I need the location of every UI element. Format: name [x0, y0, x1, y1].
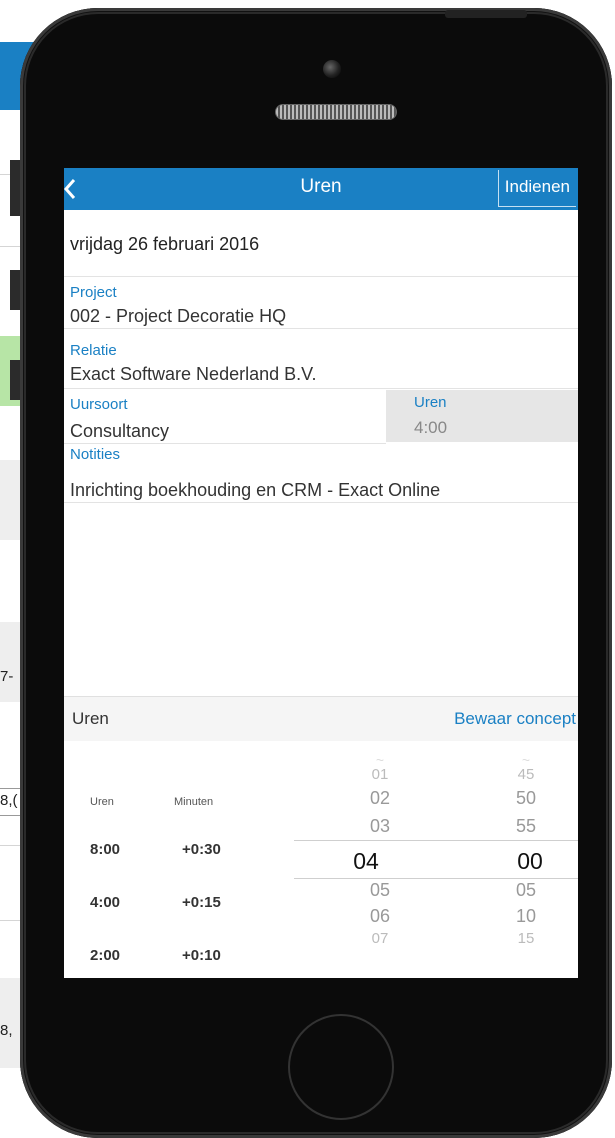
camera-icon: [323, 60, 341, 78]
relation-label: Relatie: [70, 342, 117, 359]
home-button[interactable]: [288, 1014, 394, 1120]
minutes-wheel-item[interactable]: 45: [496, 766, 556, 783]
quick-hours-8[interactable]: 8:00: [90, 841, 120, 858]
submit-button[interactable]: Indienen: [497, 170, 576, 207]
hours-wheel-item[interactable]: 02: [350, 788, 410, 809]
background-element: [10, 270, 20, 310]
hours-picker-header: Uren Bewaar concept: [64, 696, 578, 741]
hours-label: Uren: [414, 394, 447, 411]
hours-wheel-item[interactable]: 01: [350, 766, 410, 783]
notes-field[interactable]: Inrichting boekhouding en CRM - Exact On…: [70, 480, 440, 501]
quick-hours-header: Uren: [90, 796, 114, 808]
minutes-wheel-item[interactable]: 10: [496, 906, 556, 927]
notes-label: Notities: [70, 446, 121, 463]
hours-field[interactable]: Uren 4:00: [386, 390, 578, 442]
entry-date[interactable]: vrijdag 26 februari 2016: [70, 234, 259, 255]
project-label: Project: [70, 284, 117, 301]
hours-wheel-item[interactable]: 07: [350, 930, 410, 947]
minutes-wheel-item[interactable]: 50: [496, 788, 556, 809]
speaker-grille: [275, 104, 397, 120]
wheel-selection-bottom: [294, 878, 578, 879]
background-element: [10, 160, 20, 216]
minutes-wheel-selected[interactable]: 00: [500, 848, 560, 875]
hour-type-label: Uursoort: [70, 396, 128, 413]
hours-wheel-selected[interactable]: 04: [336, 848, 396, 875]
save-concept-button[interactable]: Bewaar concept: [454, 709, 576, 729]
quick-hours-4[interactable]: 4:00: [90, 894, 120, 911]
background-text: 7-: [0, 668, 14, 685]
quick-hours-2[interactable]: 2:00: [90, 947, 120, 964]
quick-minutes-10[interactable]: +0:10: [182, 947, 221, 964]
divider: [64, 328, 578, 329]
divider: [64, 502, 578, 503]
divider: [64, 443, 386, 444]
quick-minutes-15[interactable]: +0:15: [182, 894, 221, 911]
quick-minutes-header: Minuten: [174, 796, 214, 808]
divider: [64, 388, 578, 389]
hours-wheel-item[interactable]: 05: [350, 880, 410, 901]
nav-bar: Uren Indienen: [64, 168, 578, 210]
relation-field[interactable]: Exact Software Nederland B.V.: [70, 364, 316, 385]
project-field[interactable]: 002 - Project Decoratie HQ: [70, 306, 286, 327]
background-text: 8,(: [0, 792, 18, 809]
minutes-wheel-item[interactable]: 05: [496, 880, 556, 901]
quick-minutes-30[interactable]: +0:30: [182, 841, 221, 858]
minutes-wheel-item[interactable]: 15: [496, 930, 556, 947]
hours-value: 4:00: [414, 418, 448, 437]
hour-type-field[interactable]: Consultancy: [70, 421, 169, 442]
power-button: [445, 10, 527, 18]
hours-wheel-item[interactable]: 03: [350, 816, 410, 837]
background-element: [10, 360, 20, 400]
background-text: 8,: [0, 1022, 13, 1039]
wheel-selection-top: [294, 840, 578, 841]
hours-picker-title: Uren: [72, 709, 109, 728]
minutes-wheel-item[interactable]: 55: [496, 816, 556, 837]
hours-wheel-item[interactable]: 06: [350, 906, 410, 927]
phone-screen: Uren Indienen vrijdag 26 februari 2016 P…: [64, 168, 578, 978]
divider: [64, 276, 578, 277]
